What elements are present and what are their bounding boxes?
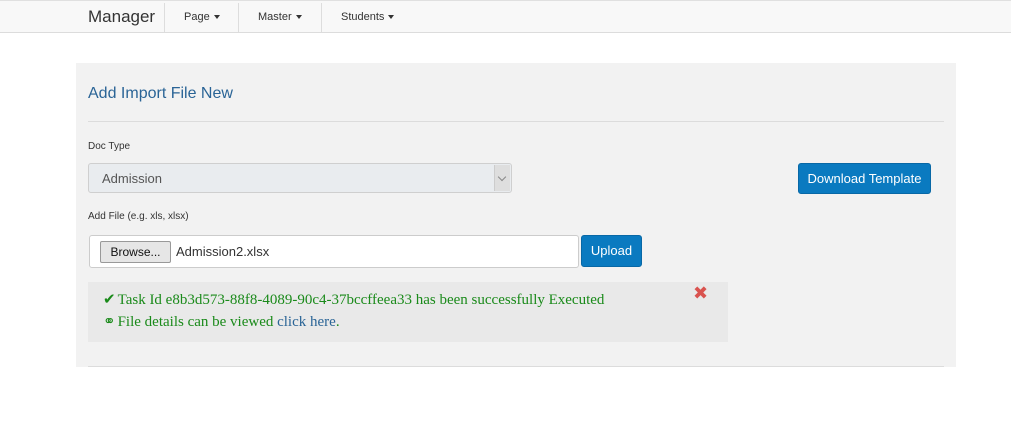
navbar-brand[interactable]: Manager	[88, 7, 155, 27]
divider	[88, 121, 944, 122]
nav-item-page[interactable]: Page	[184, 11, 220, 23]
navbar: Manager Page Master Students	[0, 0, 1011, 33]
nav-divider	[238, 3, 239, 32]
close-icon[interactable]: ✖	[693, 283, 708, 304]
alert-task-line: ✔ Task Id e8b3d573-88f8-4089-90c4-37bccff…	[103, 290, 604, 309]
selected-file-name: Admission2.xlsx	[176, 244, 270, 259]
download-template-button[interactable]: Download Template	[798, 163, 931, 194]
task-message: Task Id e8b3d573-88f8-4089-90c4-37bccffe…	[117, 292, 605, 308]
nav-item-label: Students	[341, 11, 385, 23]
click-here-link[interactable]: click here	[277, 314, 336, 330]
nav-divider	[321, 3, 322, 32]
check-icon: ✔	[103, 290, 116, 308]
nav-divider	[164, 3, 165, 32]
import-panel: Add Import File New Doc Type Admission D…	[76, 63, 956, 367]
divider	[88, 366, 944, 367]
select-arrow[interactable]	[494, 165, 510, 191]
success-alert: ✔ Task Id e8b3d573-88f8-4089-90c4-37bccff…	[88, 282, 728, 342]
upload-button[interactable]: Upload	[581, 235, 642, 267]
link-icon: ⚭	[103, 312, 116, 330]
caret-down-icon	[295, 15, 302, 20]
page-title: Add Import File New	[88, 85, 233, 102]
nav-item-students[interactable]: Students	[341, 11, 395, 23]
chevron-down-icon	[497, 172, 507, 182]
caret-down-icon	[213, 15, 220, 20]
nav-item-master[interactable]: Master	[258, 11, 302, 23]
doc-type-value: Admission	[102, 171, 162, 186]
caret-down-icon	[388, 15, 395, 20]
add-file-label: Add File (e.g. xls, xlsx)	[88, 211, 189, 222]
nav-item-label: Page	[184, 11, 210, 23]
details-suffix: .	[335, 314, 340, 330]
browse-button[interactable]: Browse...	[100, 241, 171, 263]
file-input[interactable]: Browse... Admission2.xlsx	[89, 235, 579, 268]
nav-item-label: Master	[258, 11, 292, 23]
details-prefix: File details can be viewed	[117, 314, 278, 330]
alert-details-line: ⚭ File details can be viewed click here.	[103, 312, 340, 331]
doc-type-select[interactable]: Admission	[88, 163, 512, 193]
doc-type-label: Doc Type	[88, 141, 131, 152]
